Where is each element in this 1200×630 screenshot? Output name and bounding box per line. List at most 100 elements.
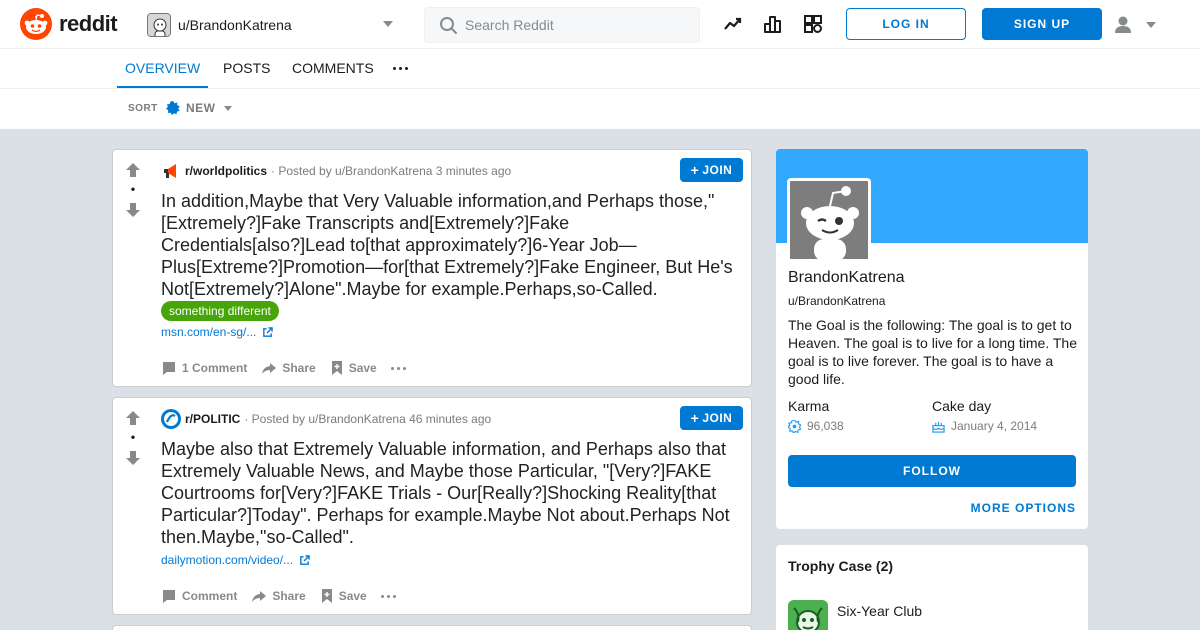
post-title[interactable]: In addition,Maybe that Very Valuable inf…: [161, 190, 743, 300]
reddit-snoo-icon: [20, 8, 52, 40]
megaphone-icon: [161, 161, 181, 181]
save-label: Save: [348, 361, 377, 375]
comment-label: Comment: [182, 589, 238, 603]
karma-icon: [788, 419, 807, 433]
more-options-icon[interactable]: [390, 366, 406, 370]
more-options-icon[interactable]: [380, 594, 396, 598]
cake-icon: [932, 420, 951, 433]
post-external-link[interactable]: dailymotion.com/video/...: [161, 553, 310, 567]
karma-label: Karma: [788, 398, 830, 414]
downvote-icon[interactable]: [125, 202, 141, 223]
comment-button[interactable]: Comment: [161, 588, 237, 604]
profile-card: BrandonKatrena u/BrandonKatrena The Goal…: [776, 149, 1088, 529]
profile-avatar: [787, 178, 871, 262]
leaderboard-icon[interactable]: [762, 13, 784, 35]
cake-day-label: Cake day: [932, 398, 992, 414]
search-icon: [439, 16, 459, 41]
trending-icon[interactable]: [722, 13, 744, 35]
post-meta: r/worldpolitics · Posted by u/BrandonKat…: [161, 161, 511, 181]
share-label: Share: [272, 589, 306, 603]
bookmark-icon: [330, 360, 349, 376]
trophy-case-card: Trophy Case (2) Six-Year Club: [776, 545, 1088, 630]
share-icon: [261, 360, 282, 376]
chevron-down-icon: [383, 21, 393, 27]
avatar: [147, 13, 171, 37]
external-link-icon: [299, 554, 310, 566]
upvote-icon[interactable]: [125, 410, 141, 431]
karma-value: 96,038: [807, 419, 844, 433]
reddit-logo[interactable]: reddit: [20, 8, 118, 40]
follow-button[interactable]: FOLLOW: [788, 455, 1076, 487]
tab-posts[interactable]: POSTS: [223, 49, 270, 88]
external-link-icon: [262, 326, 274, 338]
post-flair[interactable]: something different: [161, 301, 279, 321]
post-title[interactable]: Maybe also that Extremely Valuable infor…: [161, 438, 743, 548]
topics-icon[interactable]: [802, 13, 824, 35]
profile-dropdown-label: u/BrandonKatrena: [178, 17, 292, 33]
post-external-link[interactable]: msn.com/en-sg/...: [161, 325, 274, 339]
tab-overview[interactable]: OVERVIEW: [117, 49, 209, 88]
new-badge-icon: [166, 101, 180, 115]
post-link-text: msn.com/en-sg/...: [161, 325, 257, 339]
tab-comments[interactable]: COMMENTS: [292, 49, 374, 88]
log-in-button[interactable]: LOG IN: [846, 8, 966, 40]
post-meta: r/POLITIC · Posted by u/BrandonKatrena 4…: [161, 409, 491, 429]
post-card[interactable]: • r/worldpolitics · Posted by u/BrandonK…: [112, 149, 752, 387]
vote-score: •: [130, 182, 136, 196]
join-button[interactable]: + JOIN: [680, 158, 743, 182]
profile-handle: u/BrandonKatrena: [788, 294, 886, 308]
join-button[interactable]: + JOIN: [680, 406, 743, 430]
cake-day-stat: Cake day January 4, 2014: [932, 398, 1072, 433]
sign-up-button[interactable]: SIGN UP: [982, 8, 1102, 40]
profile-dropdown[interactable]: u/BrandonKatrena: [147, 10, 401, 40]
comment-button[interactable]: 1 Comment: [161, 360, 247, 376]
trophy-case-title: Trophy Case (2): [788, 558, 894, 574]
plus-icon: +: [690, 410, 700, 426]
profile-bio: The Goal is the following: The goal is t…: [788, 317, 1077, 387]
comment-icon: [161, 360, 182, 376]
post-actions: Comment Share Save: [161, 584, 410, 608]
share-icon: [251, 588, 272, 604]
post-byline: · Posted by u/BrandonKatrena 3 minutes a…: [271, 164, 512, 178]
logo-wordmark: reddit: [59, 11, 118, 36]
sort-label: SORT: [128, 103, 158, 114]
post-card[interactable]: • r/POLITIC · Posted by u/BrandonKatrena…: [112, 397, 752, 615]
post-card[interactable]: [112, 625, 752, 630]
vote-score: •: [130, 430, 136, 444]
chevron-down-icon: [223, 105, 232, 111]
user-icon: [1112, 14, 1134, 41]
more-tabs-icon[interactable]: [393, 67, 408, 70]
subreddit-link[interactable]: r/POLITIC: [185, 412, 240, 426]
cake-day-value: January 4, 2014: [951, 419, 1038, 433]
post-link-text: dailymotion.com/video/...: [161, 553, 294, 567]
downvote-icon[interactable]: [125, 450, 141, 471]
top-header: reddit u/BrandonKatrena LOG IN SIGN UP: [0, 0, 1200, 49]
join-label: JOIN: [702, 411, 733, 425]
save-button[interactable]: Save: [320, 588, 367, 604]
user-menu-dropdown[interactable]: [1112, 14, 1162, 36]
share-button[interactable]: Share: [261, 360, 316, 376]
plus-icon: +: [690, 162, 700, 178]
more-options-link[interactable]: MORE OPTIONS: [971, 501, 1076, 515]
save-button[interactable]: Save: [330, 360, 377, 376]
profile-display-name: BrandonKatrena: [788, 269, 905, 286]
upvote-icon[interactable]: [125, 162, 141, 183]
sort-dropdown[interactable]: NEW: [166, 101, 232, 115]
karma-stat: Karma 96,038: [788, 398, 928, 433]
trophy-name: Six-Year Club: [837, 603, 923, 619]
subreddit-link[interactable]: r/worldpolitics: [185, 164, 267, 178]
join-label: JOIN: [702, 163, 733, 177]
subreddit-globe-icon: [161, 409, 181, 429]
share-button[interactable]: Share: [251, 588, 306, 604]
chevron-down-icon: [1146, 22, 1156, 28]
search-input[interactable]: [465, 8, 685, 42]
post-byline: · Posted by u/BrandonKatrena 46 minutes …: [244, 412, 492, 426]
share-label: Share: [282, 361, 316, 375]
post-actions: 1 Comment Share Save: [161, 356, 420, 380]
comment-label: 1 Comment: [182, 361, 248, 375]
bookmark-icon: [320, 588, 339, 604]
sort-value: NEW: [186, 101, 216, 115]
six-year-club-trophy-icon: [788, 600, 828, 630]
save-label: Save: [338, 589, 367, 603]
search-bar[interactable]: [424, 7, 700, 43]
